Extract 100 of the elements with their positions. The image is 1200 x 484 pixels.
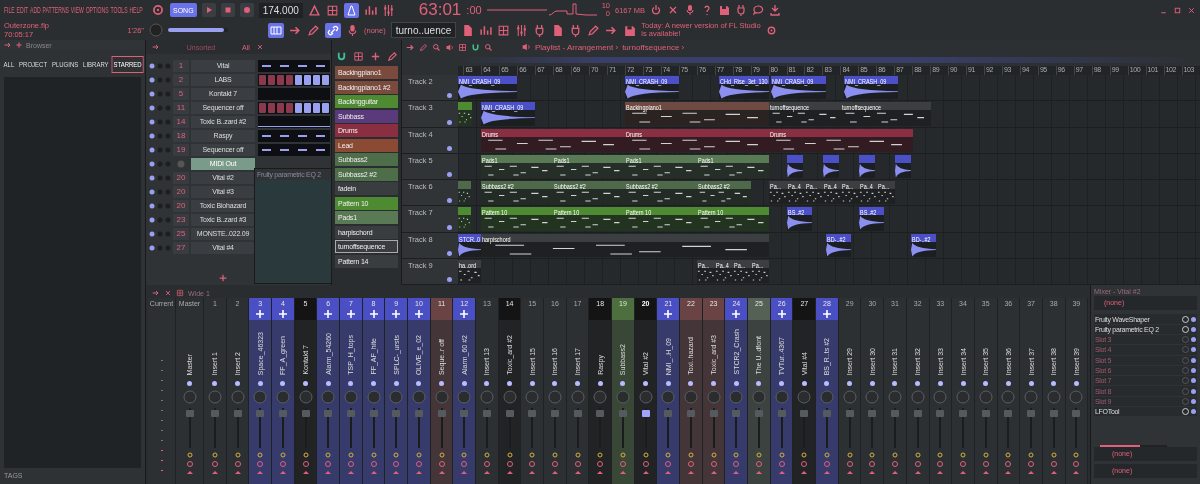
- fader-icon[interactable]: [799, 408, 810, 448]
- send-marks-icon[interactable]: [368, 452, 379, 476]
- menu-item[interactable]: PATTERNS: [42, 5, 69, 15]
- fader-icon[interactable]: [935, 408, 946, 448]
- led-icon[interactable]: [325, 381, 331, 386]
- led-icon[interactable]: [439, 381, 445, 386]
- led-icon[interactable]: [1191, 347, 1196, 353]
- plus-icon[interactable]: [15, 41, 23, 49]
- menu-item[interactable]: HELP: [129, 5, 143, 15]
- send-marks-icon[interactable]: [753, 452, 764, 476]
- led-icon[interactable]: [149, 202, 155, 209]
- led-icon[interactable]: [149, 104, 155, 111]
- led-icon[interactable]: [484, 381, 490, 386]
- led-icon[interactable]: [1051, 381, 1057, 386]
- led-icon[interactable]: [149, 62, 155, 69]
- send-marks-icon[interactable]: [209, 452, 220, 476]
- led-icon[interactable]: [983, 381, 989, 386]
- fader-icon[interactable]: [912, 408, 923, 448]
- led-icon[interactable]: [1191, 409, 1196, 415]
- pencil-icon[interactable]: [587, 23, 601, 37]
- led-icon[interactable]: [187, 381, 192, 386]
- send-marks-icon[interactable]: [663, 452, 674, 476]
- send-marks-icon[interactable]: [776, 452, 787, 476]
- fader-icon[interactable]: [617, 408, 628, 448]
- menu-item[interactable]: ADD: [30, 5, 41, 15]
- audio-clip[interactable]: [786, 154, 803, 178]
- led-icon[interactable]: [847, 381, 853, 386]
- fader-icon[interactable]: [481, 408, 492, 448]
- pattern-selector[interactable]: turno..uence: [390, 22, 457, 38]
- led-icon[interactable]: [665, 381, 671, 386]
- fader-icon[interactable]: [345, 408, 356, 448]
- speech-bubble-icon[interactable]: [752, 4, 764, 16]
- led-icon[interactable]: [149, 76, 155, 83]
- grid-icon[interactable]: [497, 23, 511, 37]
- fader-icon[interactable]: [890, 408, 900, 448]
- led-icon[interactable]: [1191, 357, 1196, 363]
- send-marks-icon[interactable]: [640, 452, 651, 476]
- fader-icon[interactable]: [300, 408, 311, 448]
- send-marks-icon[interactable]: [300, 452, 311, 476]
- fader-icon[interactable]: [1026, 408, 1036, 448]
- arrow-icon[interactable]: [406, 42, 415, 52]
- stop-button[interactable]: [220, 3, 235, 17]
- fader-icon[interactable]: [549, 408, 560, 448]
- triangle-icon[interactable]: [307, 3, 321, 17]
- send-marks-icon[interactable]: [867, 452, 878, 476]
- close-icon[interactable]: [1187, 5, 1196, 15]
- led-icon[interactable]: [915, 381, 921, 386]
- led-icon[interactable]: [575, 381, 581, 386]
- led-icon[interactable]: [447, 277, 452, 282]
- menu-item[interactable]: FILE: [4, 5, 15, 15]
- pattern-clip[interactable]: [458, 181, 471, 205]
- bars-icon[interactable]: [479, 23, 493, 37]
- fader-icon[interactable]: [184, 408, 195, 448]
- arrow-icon[interactable]: [152, 43, 160, 51]
- led-icon[interactable]: [149, 160, 155, 167]
- document-icon[interactable]: [461, 23, 475, 37]
- fader-icon[interactable]: [323, 408, 334, 448]
- led-icon[interactable]: [1005, 381, 1011, 386]
- led-icon[interactable]: [212, 381, 218, 386]
- fader-icon[interactable]: [844, 408, 855, 448]
- microphone-icon[interactable]: [346, 23, 359, 37]
- led-icon[interactable]: [447, 172, 452, 177]
- send-marks-icon[interactable]: [549, 452, 560, 476]
- led-icon[interactable]: [779, 381, 785, 386]
- send-marks-icon[interactable]: [391, 452, 402, 476]
- send-marks-icon[interactable]: [844, 452, 855, 476]
- tempo-display[interactable]: 174.000: [258, 2, 303, 18]
- fader-icon[interactable]: [1003, 408, 1014, 448]
- fader-icon[interactable]: [776, 408, 787, 448]
- fader-icon[interactable]: [459, 408, 470, 448]
- audio-clip[interactable]: [858, 154, 875, 178]
- fader-icon[interactable]: [663, 408, 674, 448]
- fader-icon[interactable]: [436, 408, 447, 448]
- grid-icon[interactable]: [458, 42, 467, 52]
- magnet-icon[interactable]: [471, 42, 480, 52]
- led-icon[interactable]: [733, 381, 739, 386]
- play-button[interactable]: [201, 3, 216, 17]
- led-icon[interactable]: [824, 381, 830, 386]
- send-marks-icon[interactable]: [708, 452, 719, 476]
- led-icon[interactable]: [801, 381, 807, 386]
- send-marks-icon[interactable]: [345, 452, 356, 476]
- menu-item[interactable]: TOOLS: [110, 5, 128, 15]
- fader-icon[interactable]: [368, 408, 379, 448]
- floppy-icon[interactable]: [623, 23, 637, 37]
- plus-icon[interactable]: [370, 51, 381, 62]
- speaker-icon[interactable]: [445, 42, 454, 52]
- led-icon[interactable]: [447, 250, 452, 256]
- led-icon[interactable]: [1191, 326, 1196, 332]
- pattern-clip[interactable]: [458, 102, 473, 126]
- close-icon[interactable]: [164, 289, 172, 297]
- led-icon[interactable]: [643, 381, 649, 386]
- fader-icon[interactable]: [232, 408, 243, 448]
- selected-fader-icon[interactable]: [640, 408, 651, 448]
- fader-icon[interactable]: [255, 408, 266, 448]
- led-icon[interactable]: [461, 381, 467, 386]
- microphone-icon[interactable]: [684, 4, 696, 16]
- led-icon[interactable]: [711, 381, 717, 386]
- led-icon[interactable]: [447, 198, 452, 204]
- led-icon[interactable]: [869, 381, 875, 386]
- send-marks-icon[interactable]: [617, 452, 628, 476]
